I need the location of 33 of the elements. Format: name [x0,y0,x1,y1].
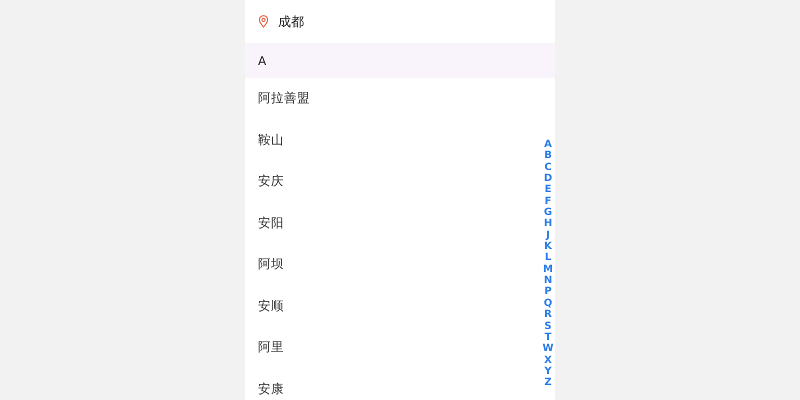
current-city[interactable]: 成都 [278,12,304,30]
index-letter[interactable]: Z [544,377,552,389]
index-letter[interactable]: L [544,252,552,264]
index-letter[interactable]: T [544,332,552,344]
index-letter[interactable]: C [544,162,552,174]
section-header: A [245,43,555,78]
index-letter[interactable]: K [544,241,552,252]
index-letter[interactable]: D [544,173,552,184]
index-letter[interactable]: X [544,354,552,366]
index-letter[interactable]: J [546,230,550,242]
index-letter[interactable]: G [544,207,552,218]
index-letter[interactable]: S [544,320,552,332]
index-letter[interactable]: W [542,343,554,355]
index-letter[interactable]: P [544,286,552,298]
index-letter[interactable]: B [544,150,552,162]
index-letter[interactable]: A [544,139,552,150]
index-letter[interactable]: M [543,264,553,276]
index-letter[interactable]: F [544,196,552,208]
index-letter[interactable]: Y [544,366,552,378]
city-item[interactable]: 阿拉善盟 [258,90,310,108]
index-letter[interactable]: R [544,309,552,320]
index-letter[interactable]: N [544,275,552,286]
index-letter[interactable]: Q [544,298,552,310]
location-pin-icon [258,15,269,28]
index-letter[interactable]: H [544,218,552,230]
city-item[interactable]: 阿里 [258,339,284,356]
city-item[interactable]: 安庆 [258,173,284,190]
city-item[interactable]: 安阳 [258,214,284,232]
index-letter[interactable]: E [544,184,552,196]
city-item[interactable]: 鞍山 [258,132,284,149]
city-item[interactable]: 安顺 [258,298,284,315]
city-item[interactable]: 阿坝 [258,256,284,274]
city-item[interactable]: 安康 [258,380,284,398]
